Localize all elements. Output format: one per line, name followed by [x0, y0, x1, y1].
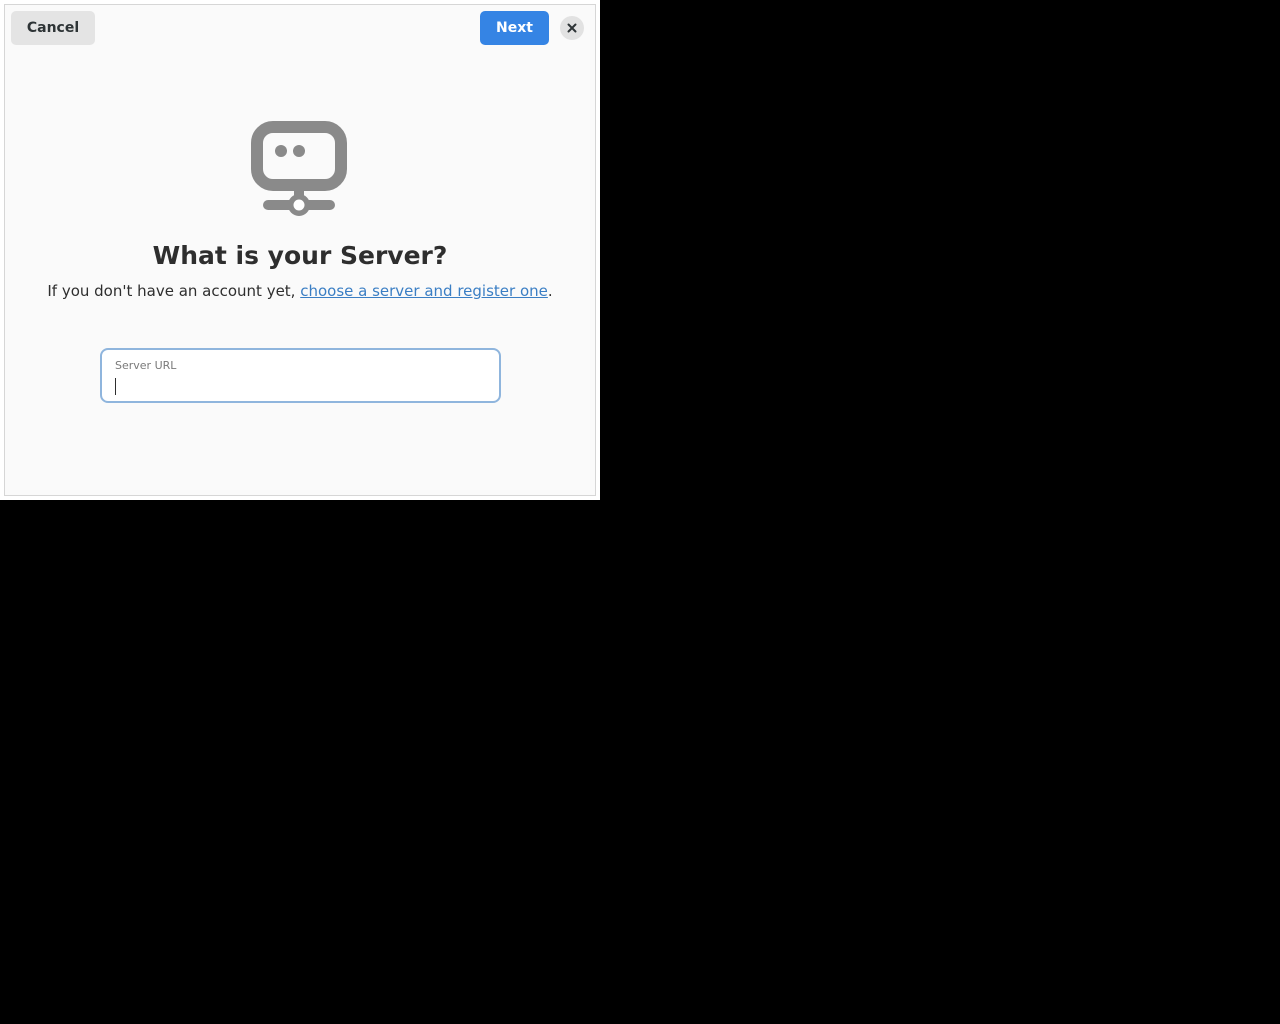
server-url-label: Server URL	[115, 359, 177, 372]
close-icon	[567, 23, 577, 33]
server-dialog: Cancel Next What is your Server? If you …	[4, 4, 596, 496]
choose-server-link[interactable]: choose a server and register one	[300, 282, 548, 300]
server-url-field[interactable]: Server URL	[100, 348, 501, 403]
page-title: What is your Server?	[152, 241, 448, 270]
register-hint-text: If you don't have an account yet,	[47, 282, 301, 300]
server-url-input[interactable]	[114, 376, 484, 396]
text-caret	[115, 378, 116, 395]
close-button[interactable]	[560, 16, 584, 40]
app-window: Cancel Next What is your Server? If you …	[0, 0, 600, 500]
next-button[interactable]: Next	[480, 11, 549, 45]
network-server-icon	[251, 121, 347, 217]
register-hint-suffix: .	[547, 282, 553, 300]
cancel-button[interactable]: Cancel	[11, 11, 95, 45]
register-hint: If you don't have an account yet, choose…	[5, 281, 595, 301]
